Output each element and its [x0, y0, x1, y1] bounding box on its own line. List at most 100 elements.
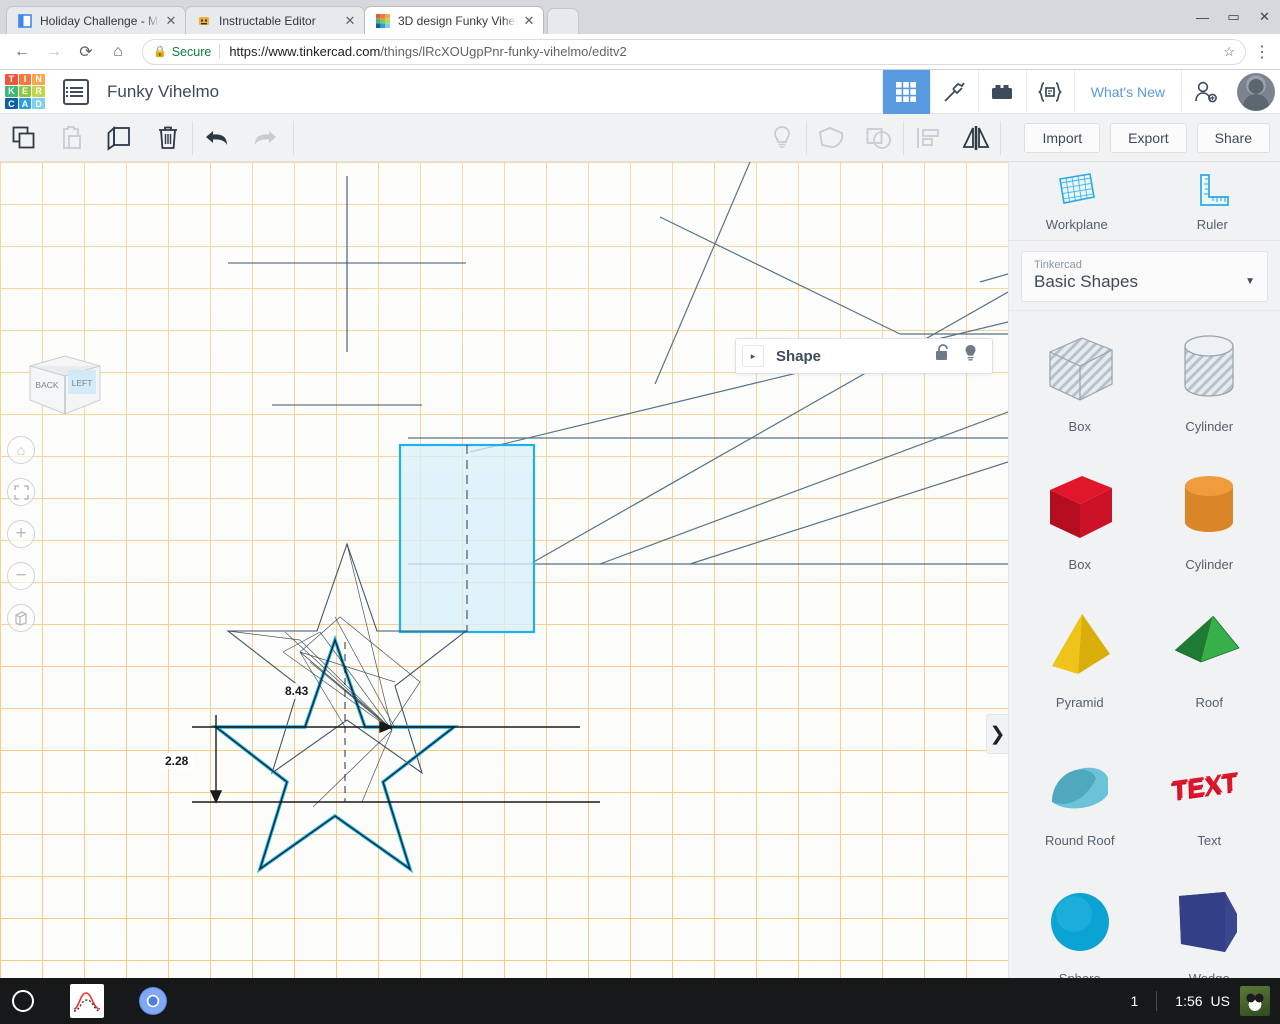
shape-grid: Box Cylinder Box Cylinder Pyramid Roof R… — [1009, 310, 1280, 978]
circuits-hammer-icon[interactable] — [929, 69, 978, 114]
lightbulb-icon[interactable] — [963, 344, 978, 368]
desktop-number[interactable]: 1 — [1113, 993, 1157, 1009]
home-view-icon[interactable]: ⌂ — [7, 436, 35, 464]
workplane-tool[interactable]: Workplane — [1009, 162, 1145, 240]
reload-icon[interactable]: ⟳ — [72, 38, 100, 66]
shape-item-roof[interactable]: Roof — [1145, 587, 1275, 725]
tab-close-button[interactable]: ✕ — [163, 13, 179, 29]
shape-label: Cylinder — [1185, 418, 1234, 434]
tab-close-button[interactable]: ✕ — [342, 13, 358, 29]
group-icon — [807, 114, 855, 162]
page-title: Funky Vihelmo — [107, 81, 220, 101]
round-roof-thumb — [1034, 741, 1126, 827]
shape-label: Round Roof — [1045, 832, 1115, 848]
add-user-icon[interactable] — [1181, 69, 1229, 114]
url-host: https://www.tinkercad.com — [229, 44, 381, 59]
shape-library-select[interactable]: Tinkercad Basic Shapes ▼ — [1021, 251, 1268, 303]
clock[interactable]: 1:56 — [1157, 993, 1210, 1009]
viewcube-back-label: BACK — [35, 380, 58, 390]
dimension-offset-label: 2.28 — [160, 753, 194, 769]
logo-cell-t: T — [5, 73, 18, 85]
robot-icon — [196, 13, 212, 29]
box-thumb — [1034, 465, 1126, 551]
panda-avatar[interactable] — [1240, 986, 1270, 1016]
view-cube[interactable]: BACK LEFT — [22, 352, 108, 418]
box-hatched-thumb — [1034, 327, 1126, 413]
app-header: T I N K E R C A D Funky Vihelmo What's N… — [0, 69, 1280, 114]
shape-item-pyramid[interactable]: Pyramid — [1015, 587, 1145, 725]
shape-item-text[interactable]: TEXT TEXT Text — [1145, 725, 1275, 863]
3d-canvas[interactable]: BACK LEFT ⌂ + − ▸ Shape 8.43 2.28 ❯ — [0, 162, 1008, 978]
tinkercad-logo[interactable]: T I N K E R C A D — [5, 73, 45, 110]
shape-item-wedge[interactable]: Wedge — [1145, 863, 1275, 978]
share-button[interactable]: Share — [1196, 122, 1270, 153]
tab-title: 3D design Funky Vihelmo — [398, 13, 517, 28]
zoom-out-icon[interactable]: − — [7, 562, 35, 590]
launcher-circle-icon[interactable] — [12, 990, 34, 1012]
shape-label: Sphere — [1059, 971, 1101, 978]
delete-icon[interactable] — [144, 114, 192, 162]
ruler-tool[interactable]: Ruler — [1145, 162, 1280, 240]
tinkercad-icon — [375, 13, 391, 29]
back-icon[interactable]: ← — [8, 38, 36, 66]
user-avatar[interactable] — [1237, 72, 1275, 111]
codeblocks-icon[interactable] — [1025, 69, 1074, 114]
tab-close-button[interactable]: ✕ — [521, 13, 537, 29]
cylinder-thumb — [1163, 465, 1255, 551]
shape-item-round-roof[interactable]: Round Roof — [1015, 725, 1145, 863]
new-tab-button[interactable] — [547, 8, 579, 34]
browser-tab-3[interactable]: 3D design Funky Vihelmo ✕ — [364, 6, 544, 34]
mirror-icon[interactable] — [952, 114, 1000, 162]
shape-panel-actions — [935, 344, 992, 368]
chevron-down-icon: ▼ — [1245, 276, 1255, 288]
shape-item-box-hatched[interactable]: Box — [1015, 311, 1145, 449]
logo-cell-a: A — [18, 98, 32, 110]
panel-collapse-arrow[interactable]: ❯ — [986, 714, 1008, 754]
fit-view-icon[interactable] — [7, 478, 35, 506]
graph-app-icon[interactable] — [70, 984, 104, 1018]
shape-item-box-red[interactable]: Box — [1015, 449, 1145, 587]
minimize-button[interactable]: — — [1187, 0, 1218, 34]
logo-cell-k: K — [5, 85, 18, 98]
grid-apps-icon[interactable] — [881, 69, 930, 114]
tab-strip: Holiday Challenge - Mr. C ✕ Instructable… — [0, 0, 1280, 34]
toolbar-right-group: Import Export Share — [1024, 122, 1280, 153]
close-window-button[interactable]: ✕ — [1249, 0, 1280, 34]
import-button[interactable]: Import — [1024, 122, 1101, 153]
blocks-icon[interactable] — [977, 69, 1026, 114]
copy-icon[interactable] — [0, 114, 48, 162]
forward-icon[interactable]: → — [40, 38, 68, 66]
shape-label: Box — [1068, 556, 1091, 572]
panel-tools-row: Workplane Ruler — [1009, 162, 1280, 242]
url-input[interactable]: 🔒 Secure https://www.tinkercad.com/thing… — [142, 38, 1246, 65]
browser-menu-icon[interactable]: ⋮ — [1252, 42, 1272, 62]
shape-panel[interactable]: ▸ Shape — [735, 338, 993, 374]
chrome-icon[interactable] — [138, 986, 168, 1016]
home-icon[interactable]: ⌂ — [104, 38, 132, 66]
browser-tab-1[interactable]: Holiday Challenge - Mr. C ✕ — [6, 6, 186, 34]
library-name: Basic Shapes — [1034, 272, 1138, 292]
shape-item-cylinder-hatched[interactable]: Cylinder — [1145, 311, 1275, 449]
undo-icon[interactable] — [193, 114, 241, 162]
browser-window: Holiday Challenge - Mr. C ✕ Instructable… — [0, 0, 1280, 1024]
list-menu-icon[interactable] — [63, 78, 89, 105]
shape-item-cylinder-orange[interactable]: Cylinder — [1145, 449, 1275, 587]
wedge-thumb — [1163, 879, 1255, 965]
expand-caret-icon[interactable]: ▸ — [742, 345, 764, 367]
locale-indicator[interactable]: US — [1211, 993, 1240, 1009]
hint-lightbulb-icon — [758, 114, 806, 162]
logo-cell-r: R — [32, 85, 45, 98]
maximize-button[interactable]: ▭ — [1218, 0, 1249, 34]
ortho-view-icon[interactable] — [7, 604, 35, 632]
shape-panel-title: Shape — [776, 347, 822, 365]
whats-new-link[interactable]: What's New — [1073, 69, 1181, 114]
logo-cell-d: D — [32, 98, 45, 110]
browser-tab-2[interactable]: Instructable Editor ✕ — [185, 6, 365, 34]
bookmark-star-icon[interactable]: ☆ — [1223, 44, 1235, 60]
tinkercad-app: T I N K E R C A D Funky Vihelmo What's N… — [0, 69, 1280, 978]
unlock-icon[interactable] — [935, 344, 951, 368]
export-button[interactable]: Export — [1110, 122, 1187, 153]
duplicate-icon[interactable] — [96, 114, 144, 162]
zoom-in-icon[interactable]: + — [7, 520, 35, 548]
shape-item-sphere[interactable]: Sphere — [1015, 863, 1145, 978]
